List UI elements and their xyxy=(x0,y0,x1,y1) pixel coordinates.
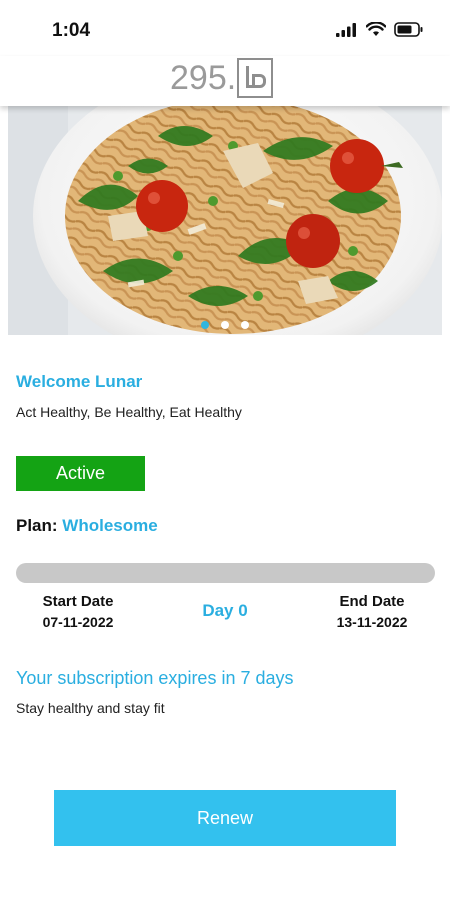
logo-mark xyxy=(237,58,274,98)
signal-icon xyxy=(336,22,356,37)
end-date-label: End Date xyxy=(339,593,405,610)
start-date-label: Start Date xyxy=(42,593,114,610)
motivation-text: Stay healthy and stay fit xyxy=(16,700,165,716)
app-header: 295. xyxy=(0,56,450,106)
status-time: 1:04 xyxy=(52,20,91,41)
pasta-salad-photo xyxy=(8,106,442,335)
status-icons xyxy=(336,22,424,37)
carousel-dot[interactable] xyxy=(221,321,229,329)
tagline: Act Healthy, Be Healthy, Eat Healthy xyxy=(16,404,242,420)
plan-info: Plan: Wholesome xyxy=(16,516,158,536)
carousel-dot[interactable] xyxy=(201,321,209,329)
carousel-dot[interactable] xyxy=(241,321,249,329)
start-date-value: 07-11-2022 xyxy=(42,614,114,630)
status-bar: 1:04 xyxy=(0,0,450,56)
start-date-block: Start Date 07-11-2022 xyxy=(28,593,128,630)
brand-logo: 295. xyxy=(170,56,274,100)
end-date-value: 13-11-2022 xyxy=(336,614,408,630)
wifi-icon xyxy=(366,22,386,36)
battery-icon xyxy=(394,22,423,37)
renew-button[interactable]: Renew xyxy=(54,790,396,846)
plan-label: Plan: xyxy=(16,516,58,535)
subscription-progress-bar xyxy=(16,563,435,583)
subscription-status-badge: Active xyxy=(16,456,145,491)
welcome-message: Welcome Lunar xyxy=(16,372,143,391)
end-date-block: End Date 13-11-2022 xyxy=(322,593,422,630)
banner-carousel[interactable] xyxy=(8,106,442,335)
logo-text: 295. xyxy=(170,58,237,97)
expiry-notice: Your subscription expires in 7 days xyxy=(16,668,294,688)
carousel-indicators[interactable] xyxy=(8,321,442,329)
day-counter: Day 0 xyxy=(202,601,248,620)
plan-name: Wholesome xyxy=(62,516,158,535)
